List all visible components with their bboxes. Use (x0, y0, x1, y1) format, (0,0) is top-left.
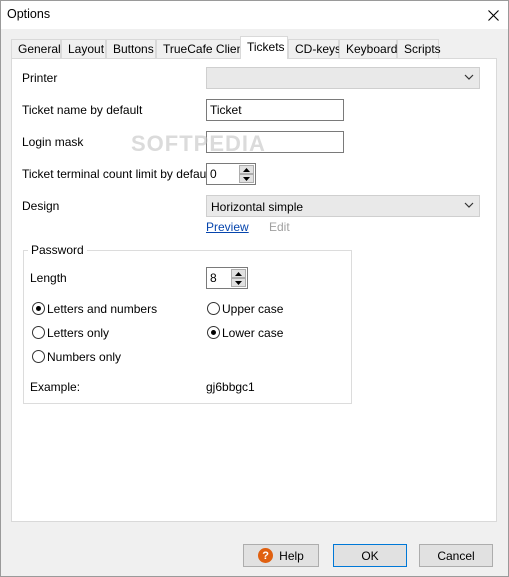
window-title: Options (7, 7, 51, 21)
count-limit-label: Ticket terminal count limit by default (22, 167, 213, 181)
count-limit-down-button[interactable] (239, 174, 254, 183)
design-label: Design (22, 199, 60, 213)
radio-circle-selected (207, 326, 220, 339)
example-label: Example: (30, 380, 81, 394)
options-window: Options General Layout Buttons TrueCafe … (0, 0, 509, 577)
close-icon (487, 9, 499, 21)
help-icon: ? (258, 548, 274, 563)
radio-letters-only[interactable]: Letters only (32, 326, 109, 340)
printer-dropdown[interactable] (206, 67, 480, 89)
radio-numbers-only-label: Numbers only (47, 350, 122, 364)
radio-numbers-only[interactable]: Numbers only (32, 350, 121, 364)
password-group: Password Length 8 Letters and numbers Le… (23, 243, 352, 404)
radio-lower-case[interactable]: Lower case (207, 326, 283, 340)
login-mask-input[interactable] (207, 132, 343, 152)
count-limit-stepper[interactable]: 0 (206, 163, 256, 185)
length-up-button[interactable] (231, 269, 246, 278)
example-value: gj6bbgc1 (206, 380, 255, 394)
triangle-down-icon (235, 280, 242, 285)
preview-link[interactable]: Preview (206, 220, 249, 234)
design-value: Horizontal simple (211, 200, 304, 214)
title-bar: Options (1, 1, 508, 29)
radio-letters-and-numbers-label: Letters and numbers (47, 302, 158, 316)
help-button[interactable]: ? Help (243, 544, 319, 567)
ticket-name-field[interactable] (206, 99, 344, 121)
tab-general[interactable]: General (11, 39, 61, 58)
tab-keyboard[interactable]: Keyboard (339, 39, 397, 58)
radio-upper-case[interactable]: Upper case (207, 302, 283, 316)
length-down-button[interactable] (231, 278, 246, 287)
triangle-down-icon (243, 176, 250, 181)
printer-label: Printer (22, 71, 58, 85)
tab-scripts[interactable]: Scripts (397, 39, 441, 58)
radio-letters-and-numbers[interactable]: Letters and numbers (32, 302, 157, 316)
ok-button[interactable]: OK (333, 544, 407, 567)
radio-circle (32, 326, 45, 339)
radio-upper-case-label: Upper case (222, 302, 284, 316)
count-limit-up-button[interactable] (239, 165, 254, 174)
tab-truecafe-client[interactable]: TrueCafe Client (156, 39, 247, 58)
tickets-panel: Printer Ticket name by default Login mas… (11, 58, 497, 522)
tab-layout[interactable]: Layout (61, 39, 106, 58)
length-value: 8 (210, 271, 217, 285)
length-label: Length (30, 271, 67, 285)
radio-circle-selected (32, 302, 45, 315)
triangle-up-icon (243, 167, 250, 172)
edit-link: Edit (269, 220, 290, 234)
password-group-label: Password (28, 243, 87, 257)
count-limit-value: 0 (210, 167, 217, 181)
ticket-name-label: Ticket name by default (22, 103, 143, 117)
close-button[interactable] (478, 1, 508, 29)
design-dropdown[interactable]: Horizontal simple (206, 195, 480, 217)
tab-cd-keys[interactable]: CD-keys (288, 39, 341, 58)
chevron-down-icon (464, 202, 474, 208)
login-mask-label: Login mask (22, 135, 84, 149)
radio-circle (32, 350, 45, 363)
login-mask-field[interactable] (206, 131, 344, 153)
radio-letters-only-label: Letters only (47, 326, 110, 340)
length-stepper[interactable]: 8 (206, 267, 248, 289)
tab-tickets[interactable]: Tickets (240, 36, 288, 59)
help-button-label: Help (279, 548, 304, 563)
radio-lower-case-label: Lower case (222, 326, 284, 340)
ticket-name-input[interactable] (207, 100, 343, 120)
triangle-up-icon (235, 271, 242, 276)
tab-buttons[interactable]: Buttons (106, 39, 156, 58)
cancel-button[interactable]: Cancel (419, 544, 493, 567)
radio-circle (207, 302, 220, 315)
chevron-down-icon (464, 74, 474, 80)
